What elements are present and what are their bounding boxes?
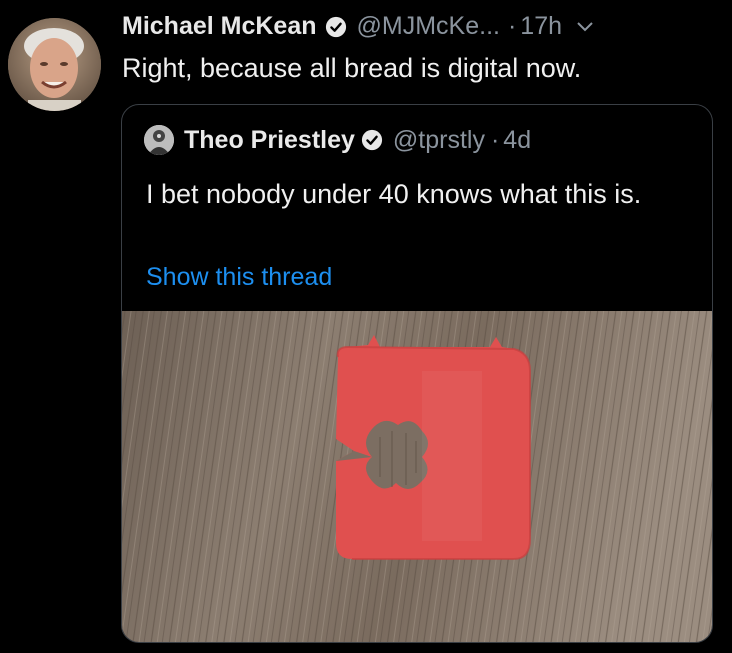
person-avatar-icon (144, 125, 174, 155)
verified-badge-icon (361, 129, 383, 151)
tweet-header: Michael McKean @MJMcKe... · 17h (122, 12, 594, 41)
quoted-author-avatar[interactable] (144, 125, 174, 155)
quoted-author-handle[interactable]: @tprstly (393, 126, 485, 155)
tweet-text: Right, because all bread is digital now. (122, 53, 582, 83)
quoted-tweet-card[interactable]: Theo Priestley @tprstly · 4d I bet nobod… (121, 104, 713, 643)
author-avatar[interactable] (8, 18, 101, 111)
quoted-tweet-timestamp[interactable]: 4d (503, 126, 531, 155)
chevron-down-icon[interactable] (576, 21, 594, 33)
bread-clip-photo[interactable] (122, 311, 712, 642)
tweet-timestamp[interactable]: 17h (520, 12, 562, 41)
quoted-tweet-header: Theo Priestley @tprstly · 4d (144, 125, 531, 155)
bread-clip-image (122, 311, 712, 642)
person-avatar-icon (8, 18, 101, 111)
quoted-tweet-text: I bet nobody under 40 knows what this is… (146, 179, 642, 209)
quoted-author-name[interactable]: Theo Priestley (184, 126, 355, 155)
author-handle[interactable]: @MJMcKe... (357, 12, 500, 41)
author-name[interactable]: Michael McKean (122, 12, 317, 41)
separator-dot: · (507, 12, 517, 40)
verified-badge-icon (325, 16, 347, 38)
separator-dot: · (490, 125, 500, 154)
show-thread-link[interactable]: Show this thread (146, 263, 332, 292)
